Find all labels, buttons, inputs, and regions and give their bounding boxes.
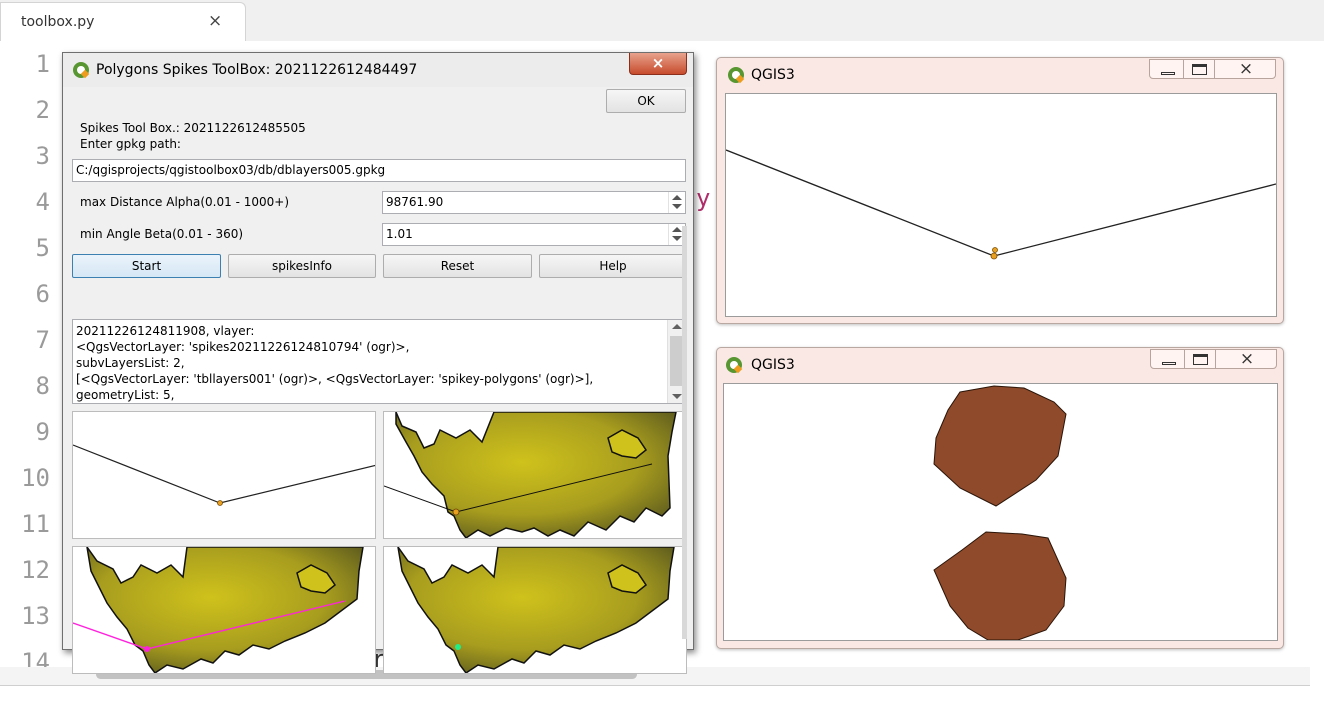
line-number: 7 — [35, 326, 50, 354]
line-number-gutter: 1 2 3 4 5 6 7 8 9 10 11 12 13 14 — [0, 41, 60, 686]
line-number: 8 — [35, 372, 50, 400]
help-button[interactable]: Help — [539, 254, 687, 278]
line-number: 11 — [21, 510, 50, 538]
alpha-spinbox[interactable]: 98761.90 — [382, 191, 686, 214]
beta-value: 1.01 — [386, 227, 413, 241]
close-button[interactable]: × — [1215, 349, 1277, 369]
qgis-logo-icon — [73, 62, 89, 78]
close-icon: × — [1238, 59, 1254, 79]
tab-title: toolbox.py — [21, 14, 95, 30]
tab-toolbox-py[interactable]: toolbox.py × — [0, 2, 246, 41]
line-number: 1 — [35, 50, 50, 78]
log-line: [<QgsVectorLayer: 'tbllayers001' (ogr)>,… — [76, 372, 594, 386]
map-canvas[interactable] — [723, 383, 1278, 641]
polygon-preview — [384, 412, 677, 538]
log-line: geometryList: 5, — [76, 388, 175, 402]
log-line: 20211226124811908, vlayer: — [76, 324, 255, 338]
line-number: 13 — [21, 602, 50, 630]
minimize-button[interactable] — [1149, 59, 1184, 79]
dialog-scrollbar[interactable] — [682, 226, 687, 639]
qgis-window-1: QGIS3 × — [716, 57, 1284, 324]
window-controls: × — [1149, 59, 1276, 81]
ok-button[interactable]: OK — [606, 89, 686, 113]
qgis-logo-icon — [726, 357, 742, 373]
dialog-close-button[interactable]: × — [629, 53, 687, 75]
divider — [0, 685, 1310, 686]
qgis-window-title: QGIS3 — [751, 67, 795, 83]
info-label: Spikes Tool Box.: 2021122612485505 — [80, 121, 306, 135]
log-line: <QgsVectorLayer: 'spikes2021122612481079… — [76, 340, 410, 354]
window-controls: × — [1150, 349, 1277, 371]
close-button[interactable]: × — [1214, 59, 1276, 79]
minimize-button[interactable] — [1150, 349, 1185, 369]
line-number: 12 — [21, 556, 50, 584]
preview-polygon-panel-3 — [383, 546, 687, 674]
scrollbar-thumb[interactable] — [670, 336, 682, 386]
line-map — [726, 149, 1276, 260]
beta-label: min Angle Beta(0.01 - 360) — [80, 227, 244, 241]
maximize-icon — [1193, 354, 1208, 365]
gpkg-path-input[interactable]: C:/qgisprojects/qgistoolbox03/db/dblayer… — [72, 159, 686, 182]
line-number: 9 — [35, 418, 50, 446]
line-number: 4 — [35, 188, 50, 216]
maximize-button[interactable] — [1184, 349, 1216, 369]
map-canvas[interactable] — [725, 93, 1277, 317]
reset-button[interactable]: Reset — [383, 254, 532, 278]
polygon-preview — [73, 547, 364, 673]
dialog-title: Polygons Spikes ToolBox: 202112261248449… — [96, 62, 418, 78]
line-number: 5 — [35, 234, 50, 262]
line-number: 3 — [35, 142, 50, 170]
preview-polygon-panel-1 — [383, 411, 687, 539]
spikes-toolbox-dialog: Polygons Spikes ToolBox: 202112261248449… — [62, 52, 694, 674]
line-number: 10 — [21, 464, 50, 492]
preview-line-panel — [72, 411, 376, 539]
dialog-body: OK Spikes Tool Box.: 2021122612485505 En… — [69, 87, 687, 674]
spin-arrows-icon[interactable] — [668, 192, 685, 213]
maximize-button[interactable] — [1183, 59, 1215, 79]
line-preview — [73, 444, 375, 506]
start-button[interactable]: Start — [72, 254, 221, 278]
line-number: 6 — [35, 280, 50, 308]
polygon-preview — [397, 547, 675, 673]
log-line: subvLayersList: 2, — [76, 356, 185, 370]
minimize-icon — [1162, 362, 1176, 365]
dialog-titlebar[interactable]: Polygons Spikes ToolBox: 202112261248449… — [63, 53, 693, 87]
alpha-value: 98761.90 — [386, 195, 444, 209]
tab-close-icon[interactable]: × — [208, 11, 222, 31]
spikes-info-button[interactable]: spikesInfo — [228, 254, 376, 278]
close-icon: × — [651, 54, 665, 72]
path-prompt-label: Enter gpkg path: — [80, 137, 181, 151]
beta-spinbox[interactable]: 1.01 — [382, 223, 686, 246]
preview-polygon-panel-2 — [72, 546, 376, 674]
scroll-down-icon[interactable] — [672, 394, 682, 399]
minimize-icon — [1161, 72, 1175, 75]
code-fragment: y — [696, 184, 711, 212]
qgis-window-title: QGIS3 — [751, 357, 795, 373]
output-log[interactable]: 20211226124811908, vlayer: <QgsVectorLay… — [72, 319, 686, 404]
close-icon: × — [1239, 349, 1255, 369]
maximize-icon — [1192, 64, 1207, 75]
line-number: 2 — [35, 96, 50, 124]
editor-tab-strip: toolbox.py × — [0, 0, 1324, 41]
polygon-map — [933, 385, 1067, 640]
qgis-window-2: QGIS3 × — [716, 347, 1284, 649]
alpha-label: max Distance Alpha(0.01 - 1000+) — [80, 195, 289, 209]
scroll-up-icon[interactable] — [672, 324, 682, 329]
qgis-logo-icon — [728, 67, 744, 83]
